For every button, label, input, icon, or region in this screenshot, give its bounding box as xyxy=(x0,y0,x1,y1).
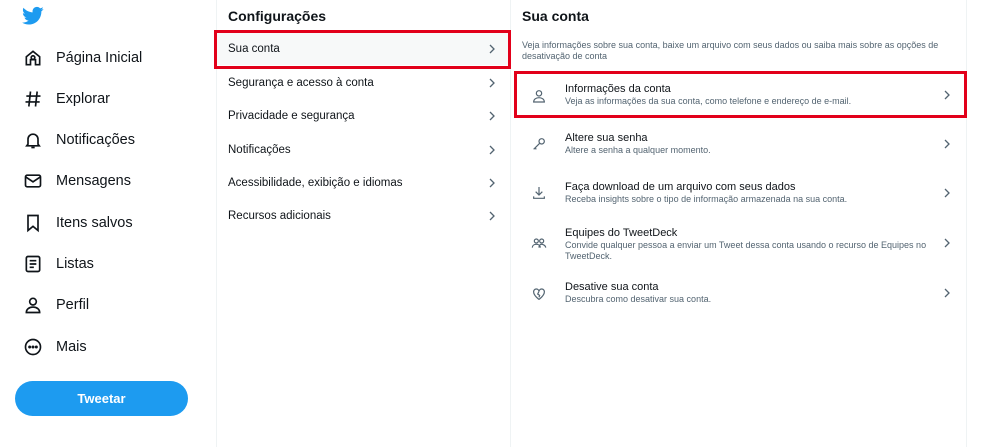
settings-item-label: Privacidade e segurança xyxy=(228,109,355,122)
nav-label: Mensagens xyxy=(56,173,131,189)
nav-label: Perfil xyxy=(56,297,90,313)
nav-item-profile[interactable]: Perfil xyxy=(20,290,89,320)
nav-item-messages[interactable]: Mensagens xyxy=(20,166,131,196)
account-item-subtitle: Receba insights sobre o tipo de informaç… xyxy=(565,194,848,204)
account-description: Veja informações sobre sua conta, baixe … xyxy=(522,40,939,61)
tweet-button[interactable]: Tweetar xyxy=(15,381,188,416)
account-item-title: Equipes do TweetDeck xyxy=(565,227,678,239)
settings-item-accessibility[interactable]: Acessibilidade, exibição e idiomas xyxy=(217,166,511,199)
account-panel: Sua conta Veja informações sobre sua con… xyxy=(511,0,967,447)
settings-item-label: Acessibilidade, exibição e idiomas xyxy=(228,176,403,189)
account-item-subtitle: Veja as informações da sua conta, como t… xyxy=(565,96,852,106)
left-navigation: Página Inicial Explorar Notificações Men… xyxy=(0,0,216,447)
nav-label: Listas xyxy=(56,256,94,272)
hashtag-icon xyxy=(20,86,46,112)
settings-item-label: Recursos adicionais xyxy=(228,209,331,222)
settings-item-security[interactable]: Segurança e acesso à conta xyxy=(217,66,511,99)
mail-icon xyxy=(20,168,46,194)
settings-item-label: Notificações xyxy=(228,143,291,156)
person-icon xyxy=(533,90,545,103)
account-item-subtitle: Descubra como desativar sua conta. xyxy=(565,294,712,304)
bell-icon xyxy=(20,127,46,153)
settings-panel: Configurações Sua conta Segurança e aces… xyxy=(216,0,511,447)
twitter-logo-icon[interactable] xyxy=(22,6,44,26)
account-item-subtitle: Convide qualquer pessoa a enviar um Twee… xyxy=(565,240,927,261)
people-icon xyxy=(531,238,547,248)
chevron-right-icon xyxy=(944,90,950,100)
chevron-right-icon xyxy=(489,211,495,220)
home-icon xyxy=(20,45,46,71)
settings-title: Configurações xyxy=(228,8,327,24)
chevron-right-icon xyxy=(489,111,495,120)
nav-label: Mais xyxy=(56,339,87,355)
nav-label: Itens salvos xyxy=(56,215,133,231)
nav-item-home[interactable]: Página Inicial xyxy=(20,43,142,73)
person-icon xyxy=(20,292,46,318)
chevron-right-icon xyxy=(944,288,950,298)
nav-label: Explorar xyxy=(56,91,110,107)
account-item-password[interactable]: Altere sua senha Altere a senha a qualqu… xyxy=(511,124,966,168)
chevron-right-icon xyxy=(489,78,495,87)
chevron-right-icon xyxy=(489,145,495,154)
chevron-right-icon xyxy=(489,44,495,53)
account-item-title: Informações da conta xyxy=(565,83,671,95)
account-item-subtitle: Altere a senha a qualquer momento. xyxy=(565,145,711,155)
account-item-title: Altere sua senha xyxy=(565,132,648,144)
bookmark-icon xyxy=(20,210,46,236)
more-icon xyxy=(20,334,46,360)
settings-item-label: Sua conta xyxy=(228,42,280,55)
nav-item-notifications[interactable]: Notificações xyxy=(20,125,135,155)
nav-label: Página Inicial xyxy=(56,50,143,66)
account-item-info[interactable]: Informações da conta Veja as informações… xyxy=(511,76,966,120)
settings-item-label: Segurança e acesso à conta xyxy=(228,76,374,89)
account-item-title: Desative sua conta xyxy=(565,281,659,293)
list-icon xyxy=(20,251,46,277)
account-item-tweetdeck-teams[interactable]: Equipes do TweetDeck Convide qualquer pe… xyxy=(511,218,966,270)
nav-item-explore[interactable]: Explorar xyxy=(20,84,110,114)
chevron-right-icon xyxy=(944,139,950,149)
account-title: Sua conta xyxy=(522,8,589,24)
settings-item-additional-resources[interactable]: Recursos adicionais xyxy=(217,199,511,232)
download-icon xyxy=(533,187,545,199)
account-item-deactivate[interactable]: Desative sua conta Descubra como desativ… xyxy=(511,272,966,316)
key-icon xyxy=(533,138,545,150)
nav-item-lists[interactable]: Listas xyxy=(20,249,94,279)
settings-item-notifications[interactable]: Notificações xyxy=(217,133,511,166)
account-item-title: Faça download de um arquivo com seus dad… xyxy=(565,181,796,193)
chevron-right-icon xyxy=(944,238,950,248)
nav-label: Notificações xyxy=(56,132,135,148)
settings-item-your-account[interactable]: Sua conta xyxy=(217,32,511,65)
nav-item-bookmarks[interactable]: Itens salvos xyxy=(20,208,133,238)
account-item-download[interactable]: Faça download de um arquivo com seus dad… xyxy=(511,173,966,217)
nav-item-more[interactable]: Mais xyxy=(20,332,87,362)
chevron-right-icon xyxy=(944,188,950,198)
settings-item-privacy[interactable]: Privacidade e segurança xyxy=(217,99,511,132)
chevron-right-icon xyxy=(489,178,495,187)
broken-heart-icon xyxy=(533,288,545,301)
